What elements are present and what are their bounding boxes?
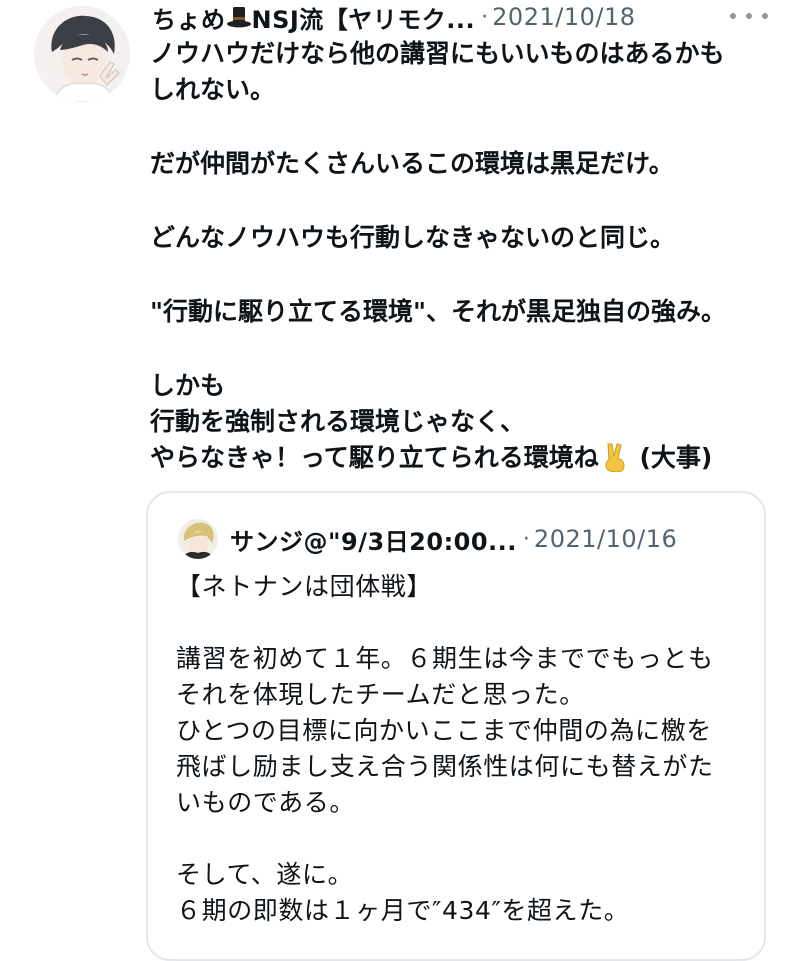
quoted-line: それを体現したチームだと思った。 [176,680,585,709]
quoted-line: そして、遂に。 [176,860,354,889]
more-horizontal-icon [762,13,768,19]
quoted-author-avatar[interactable] [178,519,218,559]
quoted-line: いものである。 [176,788,355,817]
more-options-button[interactable] [730,6,768,26]
quoted-line: 飛ばし励まし支え合う関係性は何にも替えがた [176,752,714,781]
tweet-line: "行動に駆り立てる環境"、それが黒足独自の強み。 [150,297,727,326]
avatar-illustration-icon [178,519,218,559]
author-avatar[interactable] [34,6,130,102]
tweet-line: どんなノウハウも行動しなきゃないのと同じ。 [150,223,676,252]
quoted-line: 【ネトナンは団体戦】 [176,572,433,601]
tweet-line: 行動を強制される環境じゃなく、 [150,407,526,436]
victory-hand-icon [605,443,625,472]
top-hat-icon [226,7,251,28]
separator-dot: · [522,526,530,552]
quoted-tweet-text: 【ネトナンは団体戦】 講習を初めて１年。６期生は今まででもっとも それを体現した… [176,569,751,929]
tweet-line-last: やらなきゃ！って駆り立てられる環境ね (大事) [150,440,780,476]
tweet-line: しかも [150,371,226,400]
author-name-suffix[interactable]: NSJ流【ヤリモク... [252,0,476,35]
tweet-line-text: (大事) [630,443,713,472]
quoted-tweet-header: サンジ@"9/3日20:00... · 2021/10/16 [178,519,677,559]
more-horizontal-icon [730,13,736,19]
tweet-line: ノウハウだけなら他の講習にもいいものはあるかも [150,39,725,68]
more-horizontal-icon [746,13,752,19]
quoted-tweet-date[interactable]: 2021/10/16 [534,525,677,553]
quoted-tweet-card[interactable]: サンジ@"9/3日20:00... · 2021/10/16 【ネトナンは団体戦… [146,491,766,961]
quoted-line: 講習を初めて１年。６期生は今まででもっとも [176,644,714,673]
separator-dot: · [481,4,489,30]
quoted-line: ６期の即数は１ヶ月で″434″を超えた。 [176,896,630,925]
quoted-author-name[interactable]: サンジ@"9/3日20:00... [230,522,517,557]
avatar-illustration-icon [34,6,130,102]
tweet-line: だが仲間がたくさんいるこの環境は黒足だけ。 [150,149,674,178]
quoted-line: ひとつの目標に向かいここまで仲間の為に檄を [176,716,712,745]
tweet-line: しれない。 [150,75,276,104]
tweet-date[interactable]: 2021/10/18 [492,3,635,31]
tweet-header: ちょめ NSJ流【ヤリモク... · 2021/10/18 [152,0,635,35]
tweet-text: ノウハウだけなら他の講習にもいいものはあるかも しれない。 だが仲間がたくさんい… [150,36,780,476]
author-display-name[interactable]: ちょめ [152,0,226,35]
tweet-line-text: やらなきゃ！って駆り立てられる環境ね [150,443,599,472]
